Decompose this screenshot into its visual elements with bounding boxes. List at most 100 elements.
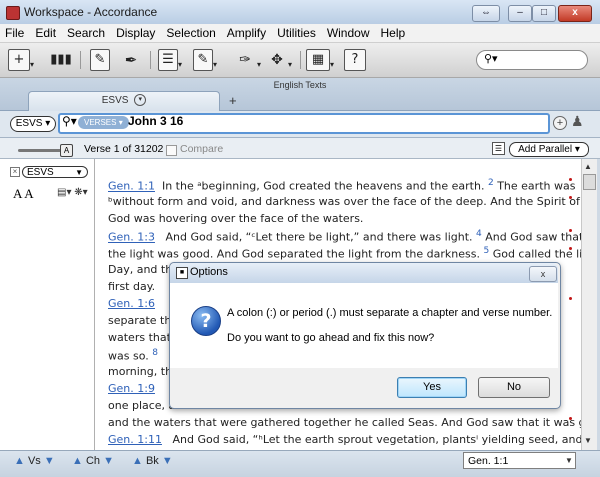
note-marker[interactable] — [569, 178, 572, 181]
tab-group-label: English Texts — [273, 80, 327, 90]
note-marker[interactable] — [569, 297, 572, 300]
search-query-text[interactable]: John 3 16 — [128, 114, 183, 128]
layout-icon[interactable]: ▦ — [306, 49, 330, 71]
font-size-label[interactable]: A A — [13, 186, 34, 202]
zoom-in-icon[interactable]: + — [553, 116, 567, 130]
verse-ref-link[interactable]: Gen. 1:1 — [108, 180, 155, 193]
help-icon[interactable]: ? — [344, 49, 366, 71]
user-notes-dropdown-icon[interactable]: ▾ — [178, 55, 182, 75]
verse-ref-link[interactable]: Gen. 1:3 — [108, 231, 155, 244]
verse-number[interactable]: 8 — [152, 348, 158, 358]
add-parallel-button[interactable]: Add Parallel ▾ — [509, 142, 589, 157]
highlight-pen-icon[interactable]: ✒ — [120, 50, 142, 70]
nav-label-bk: Bk — [145, 455, 159, 467]
verse-number[interactable]: 5 — [483, 246, 489, 256]
toolbar: + ▾ ▮▮▮ ✎ ✒ ☰ ▾ ✎ ▾ ✑ ▾ ✥ ▾ ▦ ▾ ? ⚲▾ — [0, 43, 600, 78]
text-line: Gen. 1:6 — [108, 297, 155, 310]
menu-amplify[interactable]: Amplify — [222, 24, 272, 40]
previous-chapter-icon[interactable]: ▲ — [72, 455, 83, 467]
close-button[interactable]: x — [558, 5, 592, 22]
user-tools-dropdown-icon[interactable]: ▾ — [213, 55, 217, 75]
move-dropdown-icon[interactable]: ▾ — [288, 55, 292, 75]
goto-reference-field[interactable]: Gen. 1:1 — [463, 452, 576, 469]
next-book-icon[interactable]: ▼ — [162, 455, 173, 467]
window-title: Workspace - Accordance — [24, 5, 158, 19]
new-tab-dropdown-icon[interactable]: ▾ — [30, 55, 34, 75]
text-line: God was hovering over the face of the wa… — [108, 212, 364, 225]
verse-ref-link[interactable]: Gen. 1:6 — [108, 297, 155, 310]
toolbar-divider — [80, 51, 81, 69]
scroll-down-arrow[interactable]: ▼ — [584, 436, 592, 445]
text-line: waters that — [108, 331, 171, 344]
maximize-button[interactable]: □ — [532, 5, 556, 22]
verse-number[interactable]: 4 — [476, 229, 482, 239]
verse-ref-link[interactable]: Gen. 1:9 — [108, 382, 155, 395]
slider-handle[interactable]: A — [60, 144, 73, 157]
dialog-app-icon: ■ — [176, 267, 188, 279]
text-size-slider[interactable] — [18, 149, 62, 152]
text-line: was so. 8 — [108, 348, 158, 363]
compare-checkbox[interactable] — [166, 145, 177, 156]
menu-search[interactable]: Search — [62, 24, 111, 40]
text-line: Gen. 1:11 And God said, “ʰLet the earth … — [108, 433, 581, 446]
text-line: Gen. 1:3 And God said, “ᶜLet there be li… — [108, 229, 581, 244]
pane-close-icon[interactable]: × — [10, 167, 20, 177]
library-icon[interactable]: ▮▮▮ — [48, 50, 74, 70]
text-line: and the waters that were gathered togeth… — [108, 416, 581, 429]
previous-verse-icon[interactable]: ▲ — [14, 455, 25, 467]
toolbar-divider — [150, 51, 151, 69]
people-icon[interactable]: ♟ — [571, 113, 584, 130]
text-line: one place, a — [108, 399, 176, 412]
menu-display[interactable]: Display — [111, 24, 161, 40]
user-tools-icon[interactable]: ✎ — [193, 49, 213, 71]
menu-utilities[interactable]: Utilities — [272, 24, 322, 40]
menu-help[interactable]: Help — [376, 24, 412, 40]
verse-number[interactable]: 2 — [488, 178, 494, 188]
question-icon: ? — [191, 306, 221, 336]
dialog-close-button[interactable]: x — [529, 266, 557, 282]
note-marker[interactable] — [569, 247, 572, 250]
edit-note-icon[interactable]: ✎ — [90, 49, 110, 71]
restore-down-button[interactable]: ⇔ — [472, 5, 500, 22]
next-verse-icon[interactable]: ▼ — [44, 455, 55, 467]
menu-window[interactable]: Window — [322, 24, 376, 40]
chapter-nav: ▲ Ch ▼ — [72, 455, 114, 467]
next-chapter-icon[interactable]: ▼ — [103, 455, 114, 467]
scroll-thumb[interactable] — [583, 174, 596, 190]
tab-esvs[interactable]: ESVS ▾ — [28, 91, 220, 111]
chevron-down-icon[interactable]: ▾ — [134, 94, 147, 107]
pane-module-select[interactable]: ESVS ▼ — [22, 166, 88, 178]
verse-text: The earth was — [497, 179, 576, 193]
pane-tools-icon[interactable]: ▤▾ ❋▾ — [57, 187, 88, 198]
note-marker[interactable] — [569, 229, 572, 232]
toolbar-divider — [300, 51, 301, 69]
notes-icon[interactable]: ☰ — [492, 142, 505, 155]
new-tab-icon[interactable]: + — [8, 49, 30, 71]
vertical-scrollbar[interactable] — [581, 159, 597, 450]
menu-edit[interactable]: Edit — [30, 24, 62, 40]
layout-dropdown-icon[interactable]: ▾ — [330, 55, 334, 75]
dialog-question: Do you want to go ahead and fix this now… — [227, 332, 435, 344]
user-notes-icon[interactable]: ☰ — [158, 49, 178, 71]
previous-book-icon[interactable]: ▲ — [132, 455, 143, 467]
highlighter-icon[interactable]: ✑ — [233, 50, 257, 70]
minimize-button[interactable]: – — [508, 5, 532, 22]
search-mode-pill[interactable]: VERSES ▾ — [78, 116, 129, 129]
module-select[interactable]: ESVS ▾ — [10, 116, 56, 132]
toolbar-search-field[interactable]: ⚲▾ — [476, 50, 588, 70]
note-marker[interactable] — [569, 417, 572, 420]
highlighter-dropdown-icon[interactable]: ▾ — [257, 55, 261, 75]
note-marker[interactable] — [569, 196, 572, 199]
no-button[interactable]: No — [478, 377, 550, 398]
menu-file[interactable]: File — [0, 24, 30, 40]
add-tab-button[interactable]: + — [229, 93, 237, 108]
chevron-down-icon[interactable]: ▼ — [562, 452, 576, 469]
menu-selection[interactable]: Selection — [161, 24, 221, 40]
scroll-up-arrow[interactable]: ▲ — [584, 162, 592, 171]
dialog-title-bar — [170, 263, 558, 283]
search-icon[interactable]: ⚲▾ — [62, 114, 77, 128]
move-icon[interactable]: ✥ — [266, 50, 288, 70]
verse-ref-link[interactable]: Gen. 1:11 — [108, 433, 162, 446]
text-line: Gen. 1:9 — [108, 382, 155, 395]
yes-button[interactable]: Yes — [397, 377, 467, 398]
